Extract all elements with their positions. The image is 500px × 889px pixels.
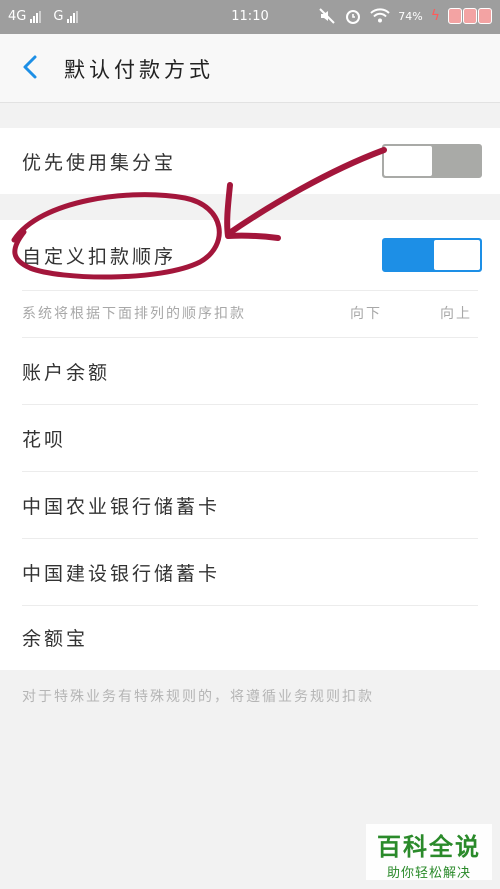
setting-row-custom-order: 自定义扣款顺序 xyxy=(0,220,500,290)
watermark-sub: 助你轻松解决 xyxy=(386,866,471,881)
payment-method-label: 中国建设银行储蓄卡 xyxy=(22,563,221,585)
notification-app-icons xyxy=(448,8,492,24)
watermark-logo: 百科全说 助你轻松解决 xyxy=(366,824,492,881)
watermark-main: 百科全说 xyxy=(377,833,481,861)
alarm-icon xyxy=(346,10,361,24)
status-bar: 4G G 11:10 74% ϟ xyxy=(0,0,500,34)
setting-row-prefer-jifenbao: 优先使用集分宝 xyxy=(0,128,500,194)
payment-method-label: 账户余额 xyxy=(22,362,111,384)
order-hint: 系统将根据下面排列的顺序扣款 xyxy=(22,306,246,322)
payment-order-card: 系统将根据下面排列的顺序扣款 向下 向上 账户余额 花呗 中国农业银行储蓄卡 中… xyxy=(0,290,500,670)
battery-percent: 74% xyxy=(398,9,423,23)
list-item[interactable]: 账户余额 xyxy=(0,338,500,404)
back-arrow-icon[interactable] xyxy=(16,52,46,82)
prefer-jifenbao-label: 优先使用集分宝 xyxy=(22,152,177,174)
list-item[interactable]: 余额宝 xyxy=(0,606,500,670)
payment-method-label: 余额宝 xyxy=(22,628,89,650)
list-item[interactable]: 中国农业银行储蓄卡 xyxy=(0,472,500,538)
mute-icon xyxy=(319,8,336,24)
list-item[interactable]: 中国建设银行储蓄卡 xyxy=(0,539,500,605)
prefer-jifenbao-toggle[interactable] xyxy=(382,144,482,178)
charging-icon: ϟ xyxy=(430,8,440,24)
move-down-button[interactable]: 向下 xyxy=(350,303,382,323)
navigation-bar: 默认付款方式 xyxy=(0,34,500,103)
status-icons: 74% ϟ xyxy=(318,7,492,25)
move-up-button[interactable]: 向上 xyxy=(440,303,472,323)
payment-method-label: 中国农业银行储蓄卡 xyxy=(22,496,221,518)
page-title: 默认付款方式 xyxy=(64,58,214,82)
payment-method-label: 花呗 xyxy=(22,429,67,451)
divider xyxy=(22,290,478,291)
wifi-icon xyxy=(370,8,390,23)
custom-order-toggle[interactable] xyxy=(382,238,482,272)
footer-note: 对于特殊业务有特殊规则的，将遵循业务规则扣款 xyxy=(22,689,374,705)
custom-order-label: 自定义扣款顺序 xyxy=(22,246,177,268)
list-item[interactable]: 花呗 xyxy=(0,405,500,471)
